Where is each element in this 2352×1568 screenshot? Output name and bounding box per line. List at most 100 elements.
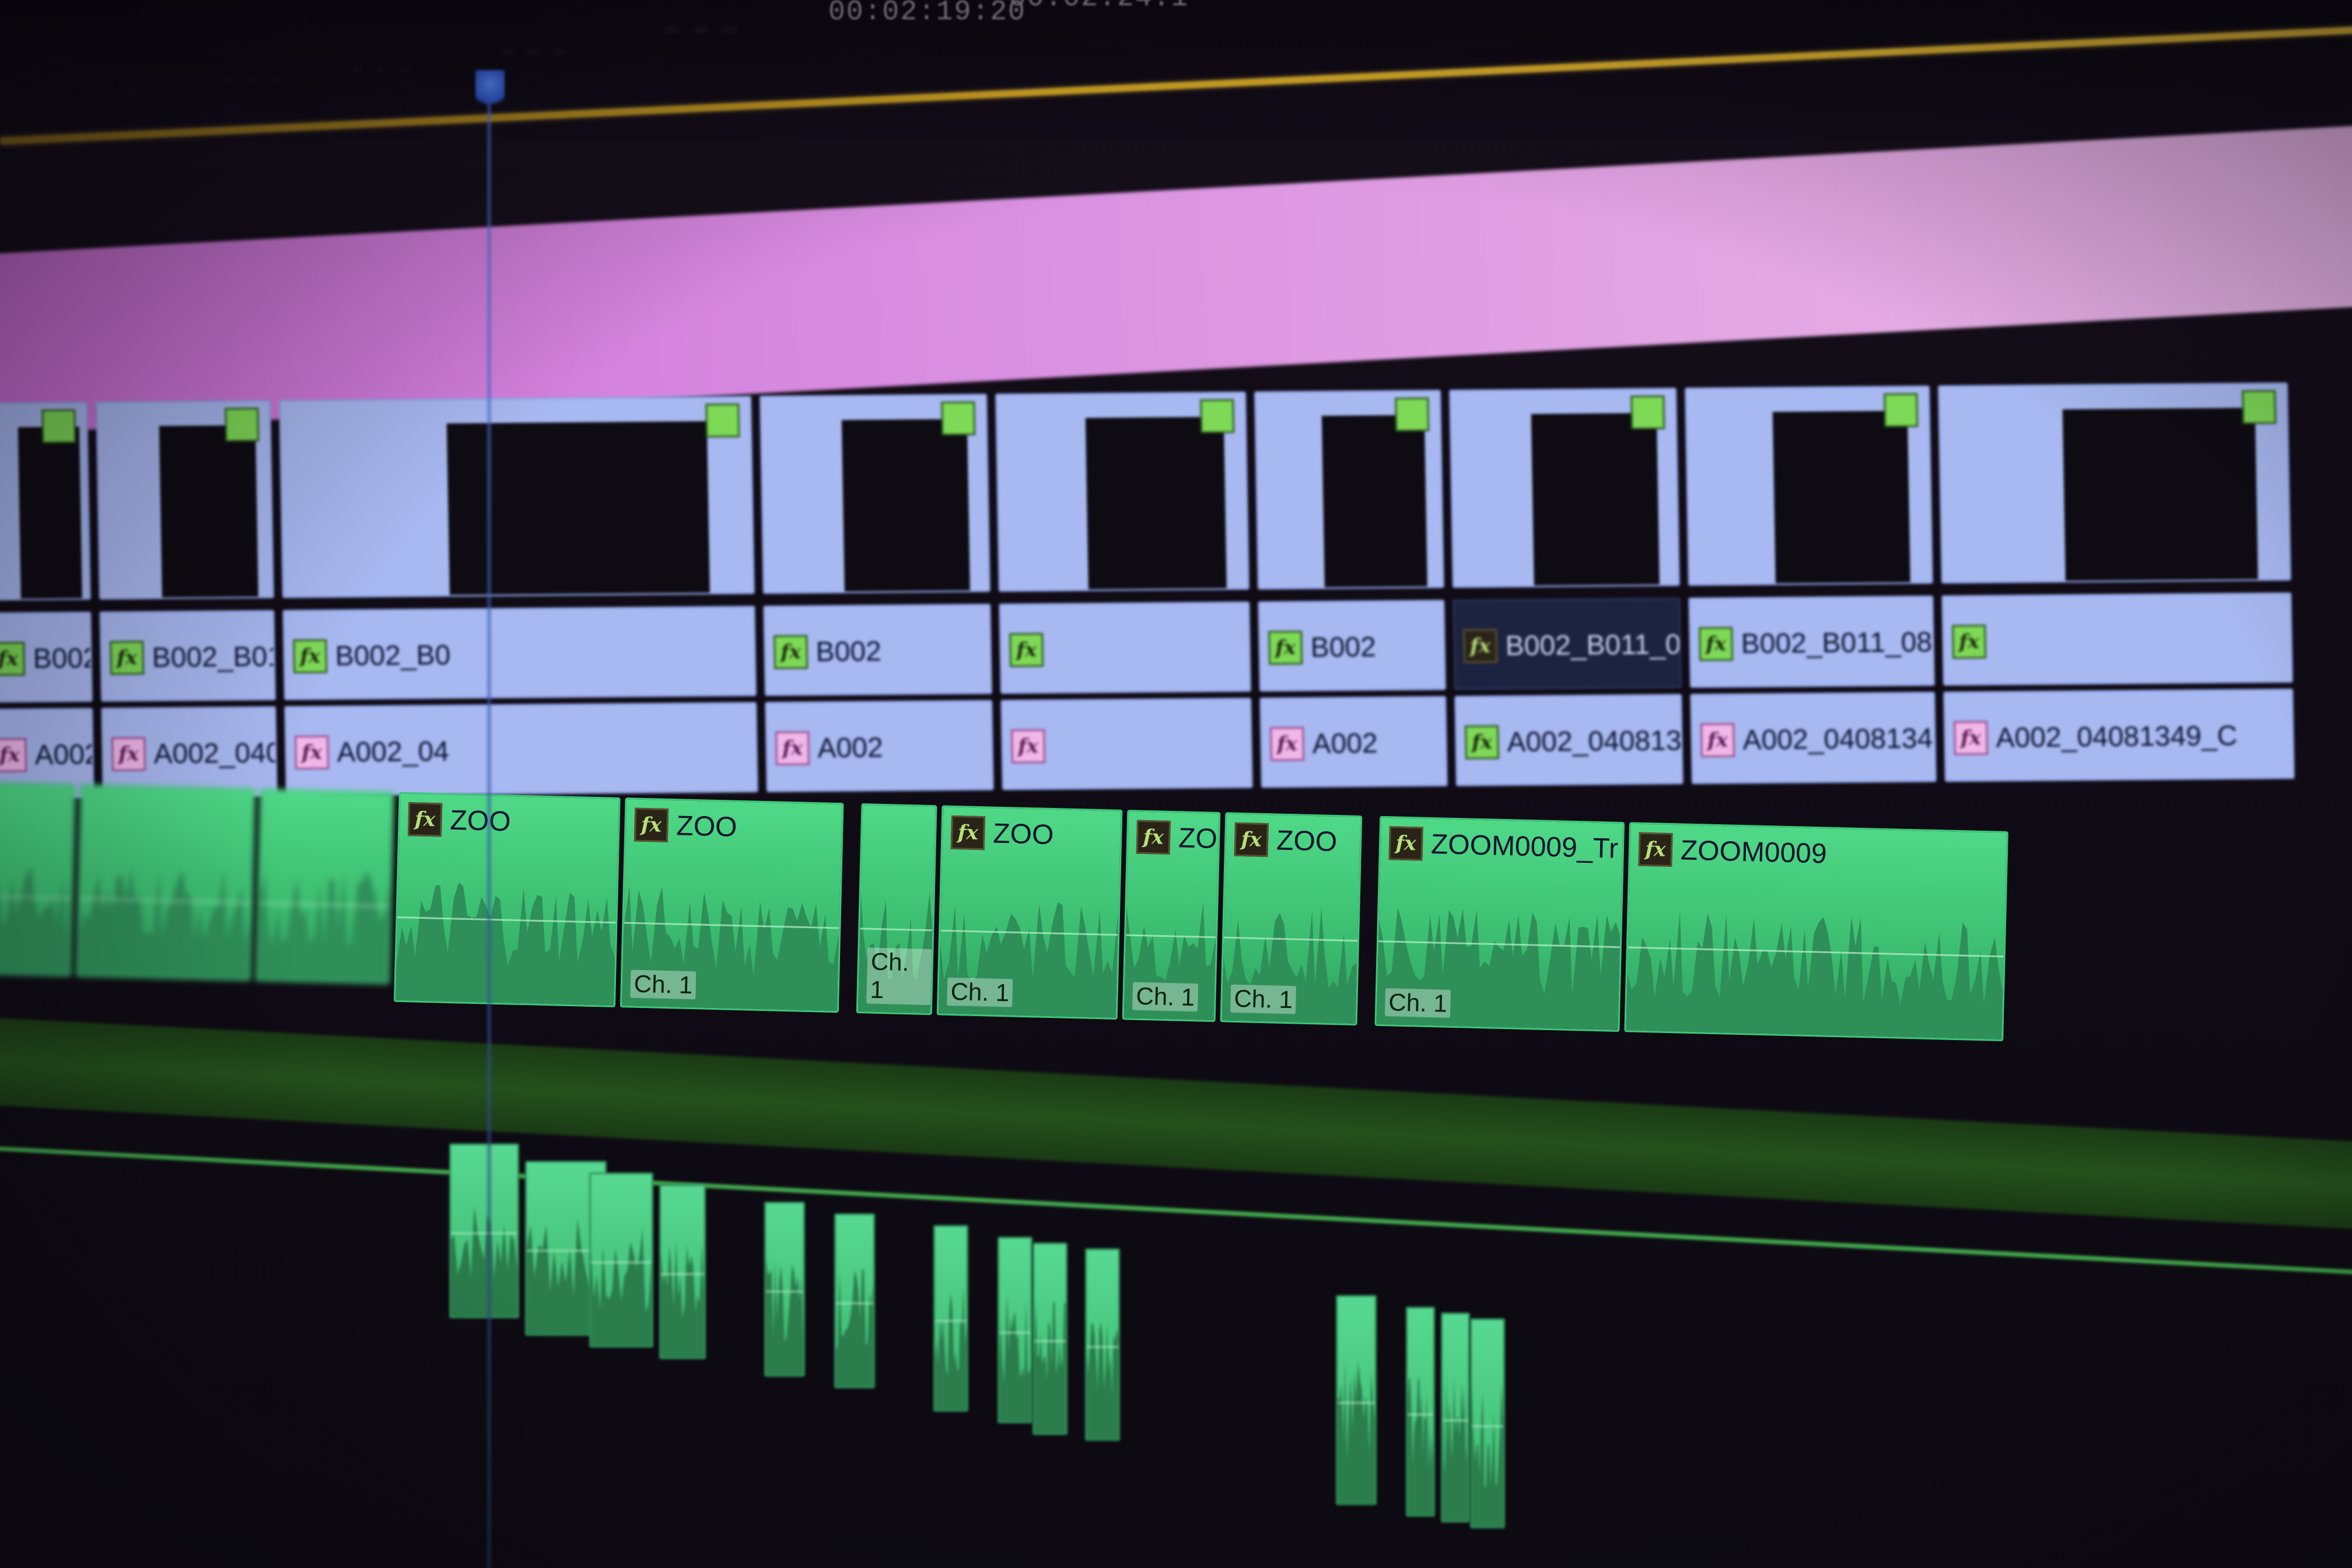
fx-icon[interactable]: fx <box>1638 832 1673 867</box>
audio-clip-a2[interactable] <box>1406 1307 1435 1517</box>
video-clip-thumbnail[interactable] <box>0 401 91 601</box>
video-clip-v1[interactable]: fx A002_04 <box>284 702 758 797</box>
fx-icon[interactable]: fx <box>0 642 26 676</box>
fx-icon[interactable]: fx <box>1465 725 1500 760</box>
ruler-timecode-faint: — — — <box>350 58 412 80</box>
video-clip-v1[interactable]: fx A002 <box>765 699 994 793</box>
fx-icon[interactable] <box>2242 390 2277 425</box>
time-ruler[interactable]: 00:02:19:20 00:02:24:1 — — — — — — — — —… <box>0 0 2352 140</box>
fx-icon[interactable]: fx <box>1009 633 1044 667</box>
video-clip-v2[interactable]: fx B002 <box>763 603 992 696</box>
video-clip-thumbnail[interactable] <box>1938 382 2291 584</box>
audio-clip[interactable]: fx ZOO Ch. 1 <box>1122 810 1221 1023</box>
clip-label-row: fx <box>1952 624 1994 659</box>
video-clip-v2[interactable]: fx B002_B0 <box>282 606 757 701</box>
fx-icon[interactable]: fx <box>407 802 443 837</box>
audio-clip-a2[interactable] <box>1032 1242 1068 1435</box>
video-clip-v2[interactable]: fx <box>999 601 1251 694</box>
clip-name: A002_04081349_C <box>1507 724 1684 758</box>
fx-icon[interactable]: fx <box>775 731 810 766</box>
video-clip-v2[interactable]: fx B002_B011_0809 <box>1688 595 1935 688</box>
fx-icon[interactable]: fx <box>1952 624 1987 659</box>
audio-clip[interactable]: fx ZOOM0009_Tr Ch. 1 <box>1374 816 1625 1032</box>
fx-icon[interactable] <box>1630 395 1665 430</box>
audio-clip-a2[interactable] <box>659 1184 706 1359</box>
video-clip-v1[interactable]: fx A002_04081349_C <box>1943 688 2295 782</box>
fx-icon[interactable]: fx <box>1700 723 1735 758</box>
fx-icon[interactable]: fx <box>1463 629 1498 663</box>
video-clip-v1[interactable]: fx <box>1000 697 1253 790</box>
video-clip-thumbnail[interactable] <box>1449 387 1680 588</box>
video-clip-v2[interactable]: fx B002_B011_0809 <box>99 610 276 702</box>
video-clip-thumbnail[interactable] <box>279 396 755 598</box>
audio-clip[interactable]: Ch. 1 <box>856 803 937 1016</box>
audio-clip-a2[interactable] <box>1470 1318 1505 1528</box>
audio-waveform <box>1626 911 2004 1040</box>
audio-clip[interactable]: fx ZOO Ch. 1 <box>936 805 1123 1020</box>
audio-waveform <box>257 871 391 983</box>
fx-icon[interactable]: fx <box>1268 631 1303 665</box>
video-clip-v1[interactable]: fx A002_0408 <box>101 706 278 799</box>
audio-clip-a2[interactable] <box>1336 1295 1377 1505</box>
fx-icon[interactable] <box>941 401 976 436</box>
audio-clip-a2[interactable] <box>1085 1248 1120 1441</box>
audio-clip-a2[interactable] <box>589 1172 653 1348</box>
audio-waveform <box>77 868 251 979</box>
audio-clip[interactable]: fx ZOO Ch. 1 <box>620 797 844 1013</box>
fx-icon[interactable] <box>225 407 260 442</box>
video-clip-v2[interactable]: fx B002 <box>1258 600 1446 692</box>
fx-icon[interactable]: fx <box>295 735 330 770</box>
fx-icon[interactable]: fx <box>634 807 669 842</box>
audio-clip-a2[interactable] <box>449 1143 519 1318</box>
video-clip-v2[interactable]: fx <box>1941 592 2293 686</box>
fx-icon[interactable]: fx <box>0 738 27 772</box>
fx-icon[interactable] <box>41 409 76 444</box>
playhead-handle[interactable] <box>475 70 505 111</box>
fx-icon[interactable] <box>1884 393 1919 428</box>
fx-icon[interactable] <box>1395 397 1430 432</box>
audio-waveform <box>935 1286 967 1410</box>
fx-icon[interactable]: fx <box>1136 820 1171 855</box>
clip-label-row: fx A002 <box>1270 726 1378 761</box>
fx-icon[interactable] <box>705 403 740 438</box>
audio-clip-a2[interactable] <box>1441 1312 1470 1522</box>
audio-clip[interactable] <box>255 788 394 985</box>
fx-icon[interactable]: fx <box>110 640 145 675</box>
video-clip-v1[interactable]: fx A002 <box>1259 696 1448 788</box>
video-clip-v1[interactable]: fx A002_04081349 <box>1690 691 1937 785</box>
fx-icon[interactable]: fx <box>111 737 146 771</box>
fx-icon[interactable]: fx <box>774 635 808 670</box>
video-clip-thumbnail[interactable] <box>995 391 1250 592</box>
clip-name: B002_B011_0809 <box>152 640 276 673</box>
video-clip-v1[interactable]: fx A002_04081349_C <box>1454 694 1684 786</box>
video-clip-v2[interactable]: fx B002_B011_0809 <box>1452 597 1682 690</box>
clip-label-row: fx A002_04081349_C <box>1465 723 1684 760</box>
fx-icon[interactable]: fx <box>950 815 986 850</box>
audio-clip-a2[interactable] <box>998 1237 1032 1423</box>
clip-label-row: fx A002_0408 <box>111 736 278 771</box>
audio-clip[interactable]: fx ZOO <box>393 792 621 1007</box>
audio-clip[interactable] <box>0 782 76 977</box>
audio-waveform <box>1338 1360 1375 1503</box>
fx-icon[interactable]: fx <box>1270 727 1305 761</box>
fx-icon[interactable] <box>1200 399 1235 433</box>
video-clip-thumbnail[interactable] <box>1254 390 1444 590</box>
video-clip-thumbnail[interactable] <box>1685 385 1933 586</box>
fx-icon[interactable]: fx <box>1234 822 1269 858</box>
audio-waveform <box>1443 1373 1468 1521</box>
fx-icon[interactable]: fx <box>293 639 328 674</box>
clip-name: ZOO <box>1276 824 1338 858</box>
audio-clip[interactable]: fx ZOOM0009 <box>1624 822 2008 1042</box>
fx-icon[interactable]: fx <box>1699 626 1734 662</box>
fx-icon[interactable]: fx <box>1388 826 1423 861</box>
fx-icon[interactable]: fx <box>1011 729 1046 764</box>
audio-clip[interactable] <box>75 784 256 981</box>
audio-clip-a2[interactable] <box>764 1202 805 1377</box>
audio-clip-a2[interactable] <box>834 1213 875 1388</box>
video-clip-v2[interactable]: fx B002_B011_0809 <box>0 611 93 703</box>
fx-icon[interactable]: fx <box>1954 720 1989 755</box>
video-clip-thumbnail[interactable] <box>760 393 991 594</box>
audio-clip[interactable]: fx ZOO Ch. 1 <box>1220 812 1363 1026</box>
audio-clip-a2[interactable] <box>933 1225 968 1412</box>
video-clip-thumbnail[interactable] <box>96 400 274 600</box>
